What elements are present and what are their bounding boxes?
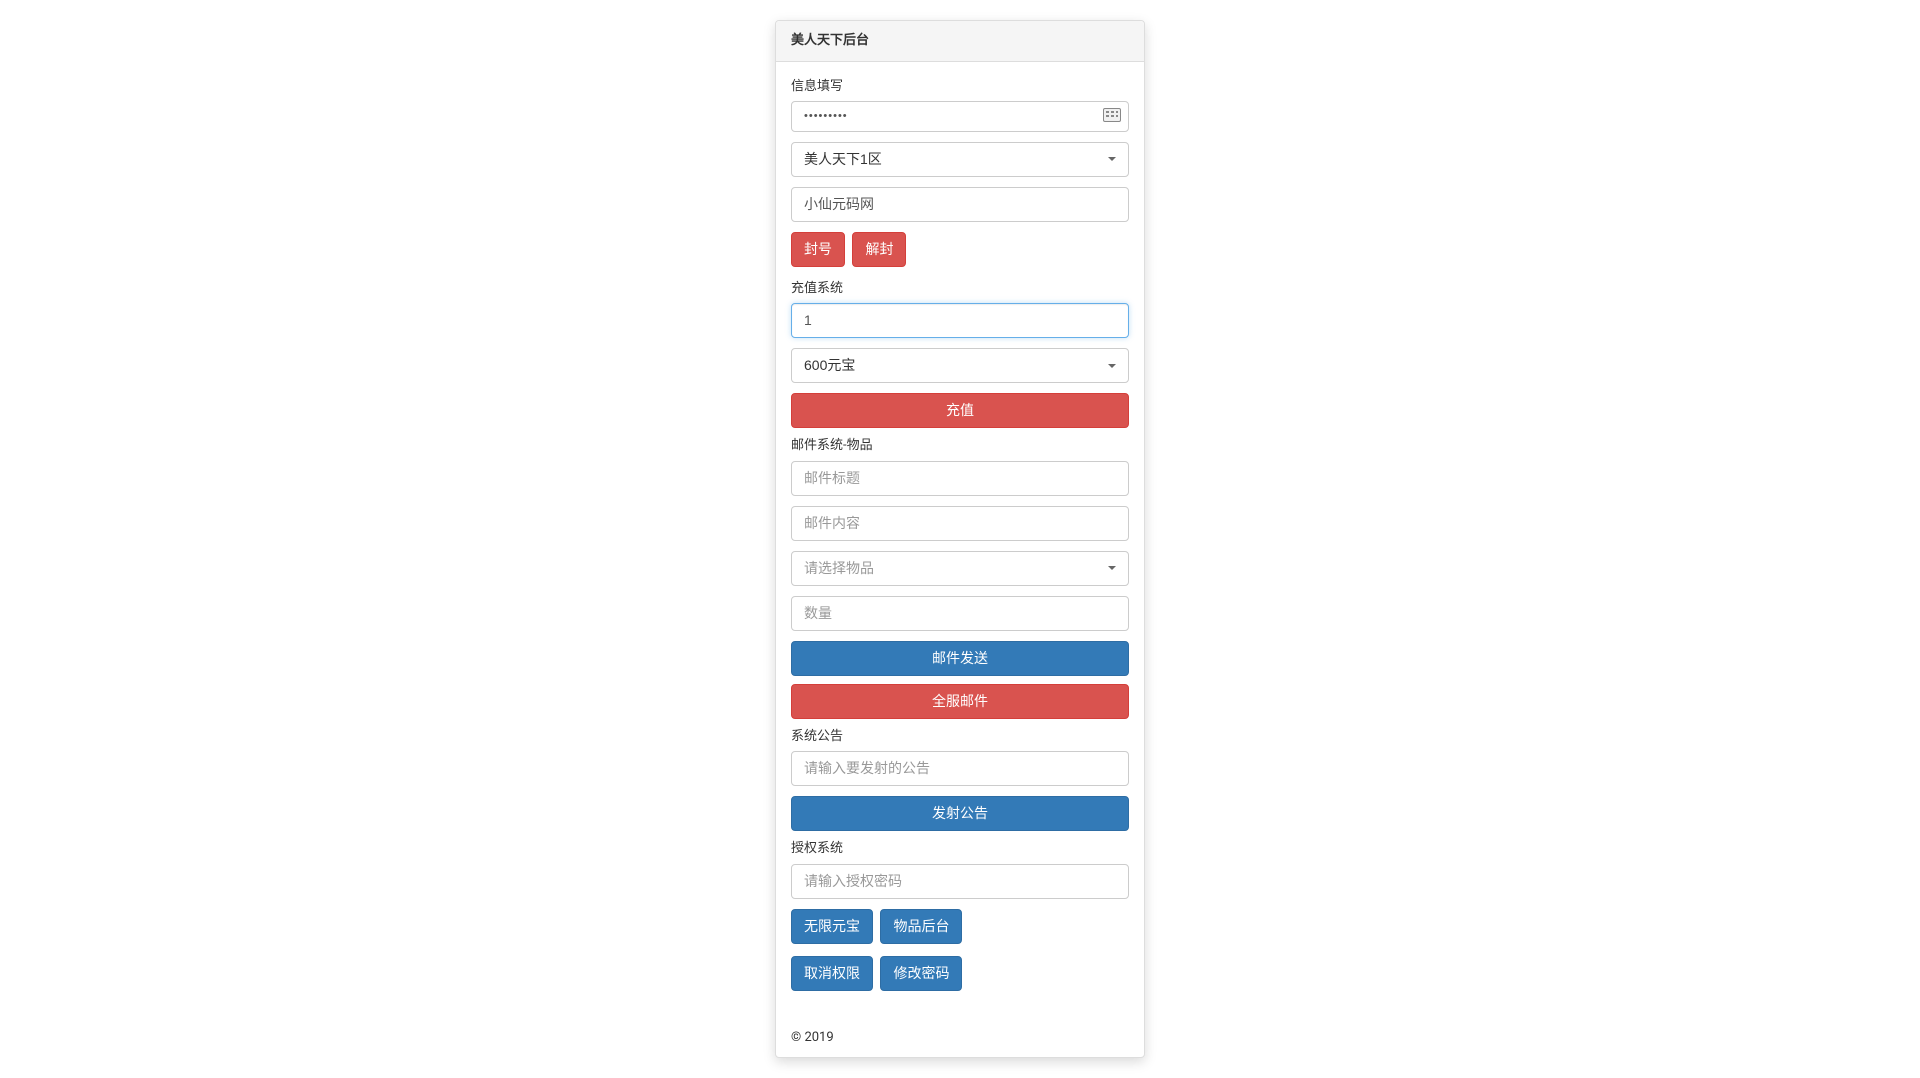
auth-password-input[interactable] (791, 864, 1129, 899)
account-input[interactable] (791, 187, 1129, 222)
mail-section-label: 邮件系统-物品 (791, 436, 1129, 456)
panel-title: 美人天下后台 (776, 21, 1144, 62)
unlimited-gold-button[interactable]: 无限元宝 (791, 909, 873, 944)
footer-copyright: © 2019 (776, 1018, 1144, 1058)
mail-quantity-input[interactable] (791, 596, 1129, 631)
recharge-package-select[interactable]: 600元宝 (791, 348, 1129, 383)
auth-section-label: 授权系统 (791, 839, 1129, 859)
info-section-label: 信息填写 (791, 77, 1129, 97)
mail-title-input[interactable] (791, 461, 1129, 496)
keyboard-icon (1103, 108, 1121, 122)
recharge-button[interactable]: 充值 (791, 393, 1129, 428)
server-select[interactable]: 美人天下1区 (791, 142, 1129, 177)
cancel-permission-button[interactable]: 取消权限 (791, 956, 873, 991)
change-password-button[interactable]: 修改密码 (880, 956, 962, 991)
mail-content-input[interactable] (791, 506, 1129, 541)
unban-button[interactable]: 解封 (852, 232, 906, 267)
all-server-mail-button[interactable]: 全服邮件 (791, 684, 1129, 719)
admin-panel: 美人天下后台 信息填写 美人天下1区 封号 解封 充值系统 600元宝 充值 邮… (775, 20, 1145, 1058)
ban-button[interactable]: 封号 (791, 232, 845, 267)
announce-section-label: 系统公告 (791, 727, 1129, 747)
recharge-section-label: 充值系统 (791, 279, 1129, 299)
send-mail-button[interactable]: 邮件发送 (791, 641, 1129, 676)
panel-body: 信息填写 美人天下1区 封号 解封 充值系统 600元宝 充值 邮件系统-物品 … (776, 62, 1144, 1018)
password-input[interactable] (791, 101, 1129, 132)
send-announce-button[interactable]: 发射公告 (791, 796, 1129, 831)
announce-input[interactable] (791, 751, 1129, 786)
recharge-amount-input[interactable] (791, 303, 1129, 338)
mail-item-select[interactable]: 请选择物品 (791, 551, 1129, 586)
item-backend-button[interactable]: 物品后台 (880, 909, 962, 944)
